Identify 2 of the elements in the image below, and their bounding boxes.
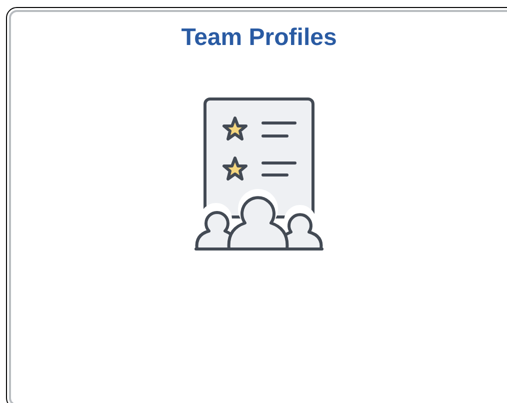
tile-card[interactable]: Team Profiles: [9, 10, 507, 403]
tile-title: Team Profiles: [181, 24, 337, 52]
